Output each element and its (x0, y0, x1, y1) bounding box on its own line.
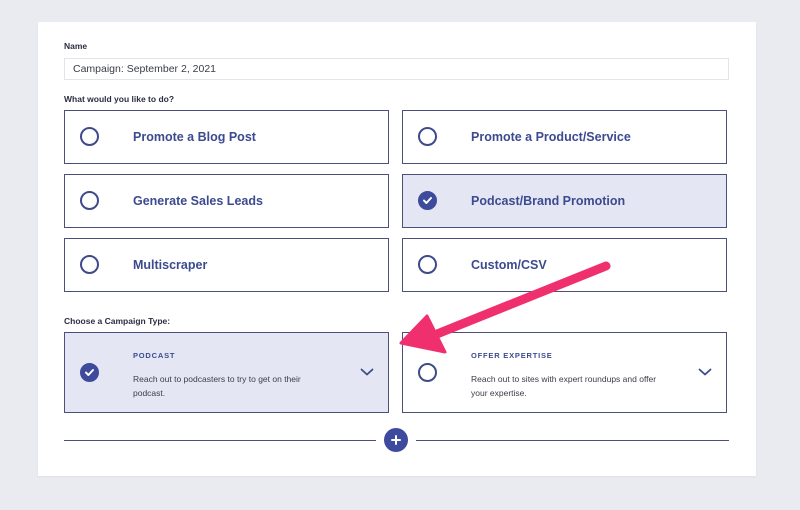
radio-button[interactable] (418, 255, 437, 274)
campaign-type-podcast[interactable]: PODCAST Reach out to podcasters to try t… (64, 332, 389, 413)
option-generate-sales-leads[interactable]: Generate Sales Leads (64, 174, 389, 228)
option-custom-csv[interactable]: Custom/CSV (402, 238, 727, 292)
radio-button[interactable] (80, 191, 99, 210)
campaign-type-description: Reach out to podcasters to try to get on… (133, 374, 301, 398)
check-icon (85, 369, 94, 376)
name-label: Name (64, 41, 88, 51)
radio-button[interactable] (80, 255, 99, 274)
option-label: Promote a Blog Post (133, 130, 256, 144)
option-label: Multiscraper (133, 258, 208, 272)
option-podcast-brand-promotion[interactable]: Podcast/Brand Promotion (402, 174, 727, 228)
radio-button[interactable] (80, 127, 99, 146)
option-multiscraper[interactable]: Multiscraper (64, 238, 389, 292)
campaign-type-description: Reach out to sites with expert roundups … (471, 374, 657, 398)
divider-line-left (64, 440, 376, 441)
radio-button-checked[interactable] (80, 363, 99, 382)
radio-button[interactable] (418, 363, 437, 382)
option-label: Generate Sales Leads (133, 194, 263, 208)
divider-line-right (416, 440, 729, 441)
check-icon (423, 197, 432, 204)
option-promote-blog-post[interactable]: Promote a Blog Post (64, 110, 389, 164)
option-label: Custom/CSV (471, 258, 547, 272)
add-campaign-button[interactable] (384, 428, 408, 452)
campaign-form-card: Name What would you like to do? Promote … (38, 22, 756, 476)
plus-icon (391, 435, 401, 445)
campaign-type-label: Choose a Campaign Type: (64, 316, 171, 326)
chevron-down-icon[interactable] (360, 367, 374, 377)
radio-button[interactable] (418, 127, 437, 146)
goal-question-label: What would you like to do? (64, 94, 175, 104)
campaign-type-title: OFFER EXPERTISE (471, 351, 553, 360)
option-promote-product-service[interactable]: Promote a Product/Service (402, 110, 727, 164)
option-label: Promote a Product/Service (471, 130, 631, 144)
radio-button-checked[interactable] (418, 191, 437, 210)
campaign-type-title: PODCAST (133, 351, 176, 360)
chevron-down-icon[interactable] (698, 367, 712, 377)
option-label: Podcast/Brand Promotion (471, 194, 626, 208)
campaign-name-input[interactable] (64, 58, 729, 80)
campaign-type-offer-expertise[interactable]: OFFER EXPERTISE Reach out to sites with … (402, 332, 727, 413)
